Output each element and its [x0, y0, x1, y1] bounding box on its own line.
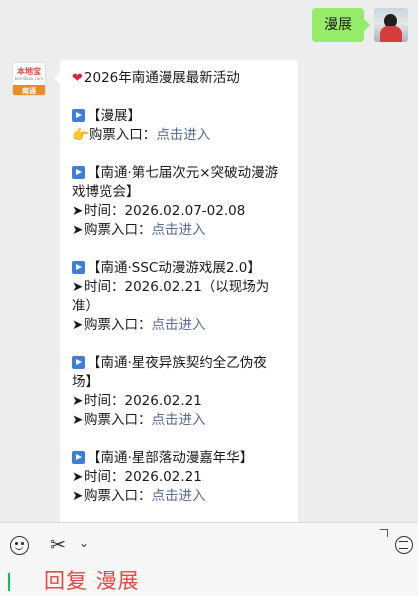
message-header: ❤2026年南通漫展最新活动	[72, 70, 240, 86]
logo-name: 本地宝	[17, 66, 41, 76]
event-ticket-line: ➤购票入口：点击进入	[72, 412, 206, 428]
arrow-icon: ➤	[72, 203, 84, 219]
expand-icon[interactable]	[380, 529, 388, 537]
event-time: ➤时间：2026.02.07-02.08	[72, 203, 246, 219]
section-title: 【漫展】	[72, 107, 286, 126]
heart-icon: ❤	[72, 71, 83, 86]
event-ticket-line: ➤购票入口：点击进入	[72, 488, 206, 504]
user-avatar[interactable]	[374, 8, 408, 42]
chat-history-icon[interactable]	[395, 536, 413, 554]
play-icon	[72, 451, 85, 464]
arrow-icon: ➤	[72, 488, 84, 504]
event-time: ➤时间：2026.02.21（以现场为准）	[72, 279, 270, 314]
play-icon	[72, 109, 85, 122]
event-ticket-line: ➤购票入口：点击进入	[72, 222, 206, 238]
event-ticket-line: ➤购票入口：点击进入	[72, 317, 206, 333]
ticket-link[interactable]: 点击进入	[152, 412, 206, 428]
event-time: ➤时间：2026.02.21	[72, 393, 202, 409]
scissors-icon[interactable]: ✂	[50, 534, 66, 556]
input-toolbar: ✂ ⌄ 回复 漫展	[0, 522, 418, 596]
arrow-icon: ➤	[72, 222, 84, 238]
event-title: 【南通·第七届次元×突破动漫游戏博览会】	[72, 165, 279, 200]
logo-city: 南通	[13, 85, 45, 95]
outgoing-message: 漫展	[312, 8, 408, 42]
arrow-icon: ➤	[72, 393, 84, 409]
text-cursor	[8, 573, 10, 591]
event-title: 【南通·星部落动漫嘉年华】	[72, 449, 286, 468]
incoming-bubble: ❤2026年南通漫展最新活动 【漫展】 👉购票入口：点击进入 【南通·第七届次元…	[54, 60, 298, 540]
chevron-down-icon[interactable]: ⌄	[79, 536, 89, 550]
event-title: 【南通·SSC动漫游戏展2.0】	[72, 259, 286, 278]
ticket-link[interactable]: 点击进入	[152, 317, 206, 333]
ticket-link[interactable]: 点击进入	[152, 488, 206, 504]
play-icon	[72, 356, 85, 369]
message-input[interactable]: 回复 漫展	[44, 565, 140, 595]
emoji-icon[interactable]	[10, 536, 29, 555]
pointing-hand-icon: 👉	[72, 127, 89, 143]
logo-url: bendibao.com	[14, 75, 44, 81]
account-avatar[interactable]: 本地宝 bendibao.com 南通	[12, 62, 46, 96]
arrow-icon: ➤	[72, 317, 84, 333]
arrow-icon: ➤	[72, 279, 84, 295]
outgoing-bubble[interactable]: 漫展	[312, 8, 370, 42]
play-icon	[72, 261, 85, 274]
ticket-link[interactable]: 点击进入	[152, 222, 206, 238]
ticket-link[interactable]: 点击进入	[156, 127, 210, 143]
event-title: 【南通·星夜异族契约全乙伪夜场】	[72, 355, 267, 390]
arrow-icon: ➤	[72, 469, 84, 485]
event-time: ➤时间：2026.02.21	[72, 469, 202, 485]
play-icon	[72, 166, 85, 179]
arrow-icon: ➤	[72, 412, 84, 428]
section-ticket-line: 👉购票入口：点击进入	[72, 127, 211, 143]
